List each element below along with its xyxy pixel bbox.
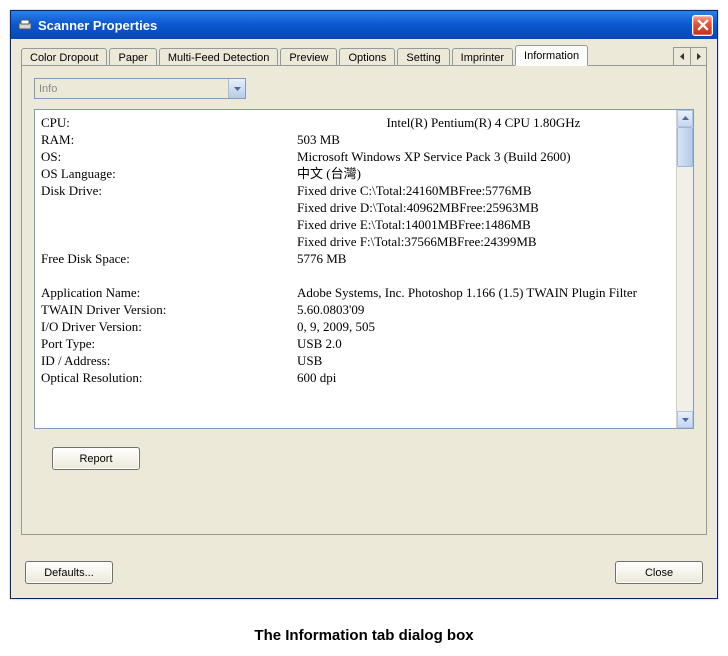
id-address-value: USB — [297, 352, 670, 369]
scroll-up-icon[interactable] — [677, 110, 693, 127]
app-name-value: Adobe Systems, Inc. Photoshop 1.166 (1.5… — [297, 284, 670, 301]
vertical-scrollbar[interactable] — [676, 110, 693, 428]
info-content: CPU:Intel(R) Pentium(R) 4 CPU 1.80GHz RA… — [35, 110, 676, 428]
id-address-label: ID / Address: — [41, 352, 297, 369]
tab-information[interactable]: Information — [515, 45, 588, 66]
disk-f-value: Fixed drive F:\Total:37566MBFree:24399MB — [297, 233, 670, 250]
os-value: Microsoft Windows XP Service Pack 3 (Bui… — [297, 148, 670, 165]
scroll-track[interactable] — [677, 127, 693, 411]
info-category-dropdown[interactable]: Info — [34, 78, 246, 99]
optical-resolution-label: Optical Resolution: — [41, 369, 297, 386]
chevron-down-icon — [228, 79, 245, 98]
disk-d-value: Fixed drive D:\Total:40962MBFree:25963MB — [297, 199, 670, 216]
os-language-value: 中文 (台灣) — [297, 165, 670, 182]
os-label: OS: — [41, 148, 297, 165]
close-icon[interactable] — [692, 15, 713, 36]
tab-scroll-left[interactable] — [674, 48, 690, 65]
io-version-value: 0, 9, 2009, 505 — [297, 318, 670, 335]
twain-version-value: 5.60.0803'09 — [297, 301, 670, 318]
port-type-label: Port Type: — [41, 335, 297, 352]
cpu-value: Intel(R) Pentium(R) 4 CPU 1.80GHz — [297, 114, 670, 131]
free-disk-value: 5776 MB — [297, 250, 670, 267]
app-name-label: Application Name: — [41, 284, 297, 301]
tab-scroll — [673, 47, 707, 66]
io-version-label: I/O Driver Version: — [41, 318, 297, 335]
free-disk-label: Free Disk Space: — [41, 250, 297, 267]
ram-value: 503 MB — [297, 131, 670, 148]
optical-resolution-value: 600 dpi — [297, 369, 670, 386]
disk-drive-label: Disk Drive: — [41, 182, 297, 199]
titlebar: Scanner Properties — [11, 11, 717, 39]
scanner-properties-window: Scanner Properties Color Dropout Paper M… — [10, 10, 718, 599]
scroll-thumb[interactable] — [677, 127, 693, 167]
disk-c-value: Fixed drive C:\Total:24160MBFree:5776MB — [297, 182, 670, 199]
tabstrip: Color Dropout Paper Multi-Feed Detection… — [21, 45, 707, 66]
cpu-label: CPU: — [41, 114, 297, 131]
tab-scroll-right[interactable] — [690, 48, 706, 65]
client-area: Color Dropout Paper Multi-Feed Detection… — [11, 39, 717, 598]
close-button[interactable]: Close — [615, 561, 703, 584]
info-listbox: CPU:Intel(R) Pentium(R) 4 CPU 1.80GHz RA… — [34, 109, 694, 429]
report-button[interactable]: Report — [52, 447, 140, 470]
port-type-value: USB 2.0 — [297, 335, 670, 352]
os-language-label: OS Language: — [41, 165, 297, 182]
defaults-button[interactable]: Defaults... — [25, 561, 113, 584]
disk-e-value: Fixed drive E:\Total:14001MBFree:1486MB — [297, 216, 670, 233]
twain-version-label: TWAIN Driver Version: — [41, 301, 297, 318]
ram-label: RAM: — [41, 131, 297, 148]
dropdown-selected: Info — [35, 83, 228, 95]
scanner-icon — [17, 17, 33, 33]
figure-caption: The Information tab dialog box — [10, 627, 718, 644]
window-title: Scanner Properties — [38, 18, 692, 33]
tab-panel-information: Info CPU:Intel(R) Pentium(R) 4 CPU 1.80G… — [21, 65, 707, 535]
scroll-down-icon[interactable] — [677, 411, 693, 428]
